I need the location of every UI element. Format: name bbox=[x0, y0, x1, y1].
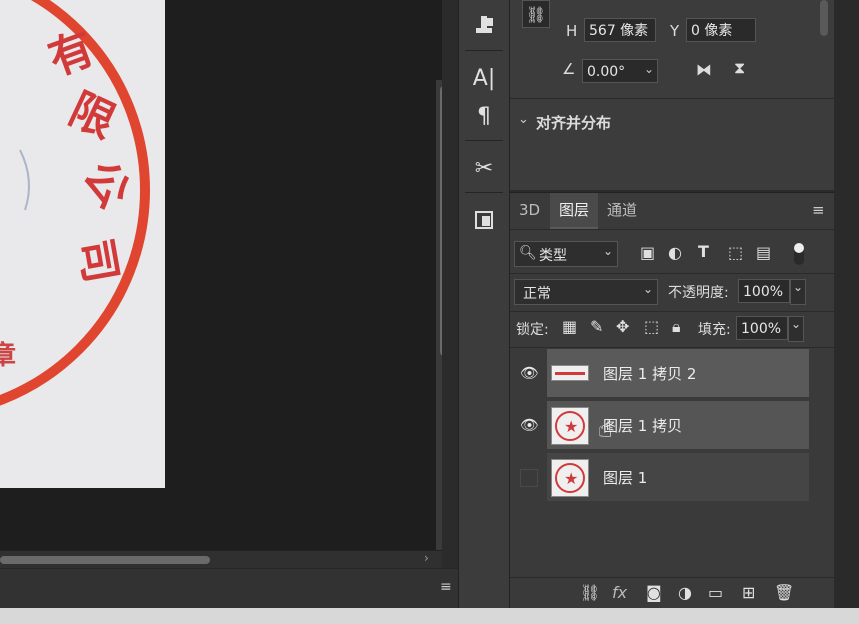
image-filter-icon[interactable]: ▣ bbox=[640, 243, 655, 262]
lock-pixels-icon[interactable]: ✎ bbox=[590, 317, 603, 336]
tab-3d[interactable]: 3D bbox=[510, 193, 549, 227]
menu-icon[interactable]: ≡ bbox=[440, 579, 452, 595]
layer-name[interactable]: 图层 1 拷贝 bbox=[603, 415, 682, 436]
screen-edge bbox=[834, 0, 859, 610]
horizontal-scroll-thumb[interactable] bbox=[0, 556, 210, 564]
layer-item-selected[interactable]: 图层 1 拷贝 2 bbox=[547, 349, 809, 397]
vertical-scrollbar[interactable] bbox=[436, 80, 442, 550]
lock-label: 锁定: bbox=[516, 319, 549, 339]
libraries-icon[interactable] bbox=[468, 204, 500, 236]
lock-position-icon[interactable]: ✥ bbox=[616, 317, 629, 336]
y-field[interactable]: 0 像素 bbox=[686, 18, 756, 42]
chevron-down-icon: ⌄ bbox=[643, 282, 653, 296]
lock-all-icon[interactable]: 🔒︎ bbox=[672, 317, 681, 337]
filter-type-select[interactable]: 🔍︎ 类型 ⌄ bbox=[514, 241, 618, 267]
horizontal-scrollbar[interactable]: › bbox=[0, 550, 442, 569]
flip-vertical-icon[interactable]: ⧗ bbox=[734, 58, 745, 78]
tools-icon[interactable]: ✂ bbox=[468, 152, 500, 184]
layer-thumbnail: ★ bbox=[551, 459, 589, 497]
flip-horizontal-icon[interactable]: ⧓ bbox=[696, 60, 712, 79]
stamp-char-5: 章 bbox=[0, 335, 16, 372]
mask-icon[interactable]: ◙ bbox=[646, 583, 662, 602]
panel-menu-icon[interactable]: ≡ bbox=[812, 201, 825, 219]
chevron-down-icon[interactable]: ⌄ bbox=[518, 112, 529, 127]
monitor-bezel bbox=[0, 608, 859, 624]
blend-mode-label: 正常 bbox=[523, 283, 551, 303]
blend-mode-select[interactable]: 正常 ⌄ bbox=[514, 279, 658, 305]
hand-cursor-icon: ☝ bbox=[598, 415, 613, 443]
document-canvas[interactable]: 有 限 公 司 章 bbox=[0, 0, 442, 550]
chevron-down-icon[interactable]: ⌄ bbox=[644, 62, 654, 76]
visibility-eye-icon[interactable]: 👁︎ bbox=[520, 416, 539, 434]
character-panel-icon[interactable]: A| bbox=[468, 62, 500, 94]
smart-object-filter-icon[interactable]: ▤ bbox=[756, 243, 771, 262]
vertical-scroll-thumb[interactable] bbox=[440, 86, 442, 356]
layer-name[interactable]: 图层 1 bbox=[603, 467, 647, 488]
status-bar: ≡ bbox=[0, 568, 460, 609]
h-label: H bbox=[566, 22, 577, 40]
layer-item[interactable]: ★ 图层 1 拷贝 bbox=[547, 401, 809, 449]
paragraph-panel-icon[interactable]: ¶ bbox=[468, 100, 500, 132]
link-proportions-icon[interactable]: ⛓ bbox=[522, 0, 550, 28]
opacity-label: 不透明度: bbox=[668, 282, 729, 302]
opacity-field[interactable]: 100% bbox=[738, 279, 790, 303]
align-section-title[interactable]: 对齐并分布 bbox=[536, 112, 611, 133]
adjustment-filter-icon[interactable]: ◐ bbox=[668, 243, 682, 262]
layer-row[interactable]: 👁︎ 图层 1 拷贝 2 bbox=[510, 349, 834, 399]
link-icon[interactable]: ⛓ bbox=[580, 583, 600, 602]
new-layer-icon[interactable]: ⊞ bbox=[742, 583, 755, 602]
fx-icon[interactable]: fx bbox=[612, 583, 627, 602]
stamp-tool-icon[interactable] bbox=[468, 8, 500, 40]
layers-panel: 3D 图层 通道 ≡ 🔍︎ 类型 ⌄ ▣ ◐ T ⬚ ▤ 正常 ⌄ 不透明度: … bbox=[510, 192, 834, 611]
filter-toggle[interactable] bbox=[794, 243, 804, 265]
layer-thumbnail bbox=[551, 365, 589, 381]
layer-item[interactable]: ★ 图层 1 bbox=[547, 453, 809, 501]
layer-name[interactable]: 图层 1 拷贝 2 bbox=[603, 363, 696, 384]
properties-scrollbar[interactable] bbox=[820, 0, 828, 36]
folder-icon[interactable]: ▭ bbox=[708, 583, 723, 602]
shape-filter-icon[interactable]: ⬚ bbox=[728, 243, 743, 262]
layer-thumbnail: ★ bbox=[551, 407, 589, 445]
type-filter-icon[interactable]: T bbox=[698, 242, 709, 261]
y-label: Y bbox=[670, 22, 679, 40]
fill-label: 填充: bbox=[698, 319, 731, 339]
svg-text:★: ★ bbox=[564, 417, 578, 436]
adjustment-icon[interactable]: ◑ bbox=[678, 583, 692, 602]
properties-panel: ⛓ H 567 像素 Y 0 像素 ∠ 0.00° ⌄ ⧓ ⧗ ⌄ 对齐并分布 bbox=[510, 0, 834, 190]
svg-text:★: ★ bbox=[564, 469, 578, 488]
height-field[interactable]: 567 像素 bbox=[584, 18, 656, 42]
lock-artboard-icon[interactable]: ⬚ bbox=[644, 317, 659, 336]
panel-icon-strip: A| ¶ ✂ bbox=[458, 0, 510, 610]
angle-icon: ∠ bbox=[562, 60, 575, 78]
tab-channels[interactable]: 通道 bbox=[598, 193, 646, 227]
document-page: 有 限 公 司 章 bbox=[0, 0, 165, 488]
fill-field[interactable]: 100% bbox=[736, 316, 788, 340]
search-icon: 🔍︎ bbox=[519, 245, 537, 261]
opacity-dropdown-chevron-icon[interactable]: ⌄ bbox=[790, 279, 806, 305]
fill-dropdown-chevron-icon[interactable]: ⌄ bbox=[788, 316, 804, 342]
layer-row[interactable]: ★ 图层 1 bbox=[510, 453, 834, 503]
visibility-empty-box[interactable] bbox=[520, 469, 538, 487]
layer-row[interactable]: 👁︎ ★ 图层 1 拷贝 ☝ bbox=[510, 401, 834, 451]
visibility-eye-icon[interactable]: 👁︎ bbox=[520, 364, 539, 382]
tab-layers[interactable]: 图层 bbox=[550, 193, 598, 229]
scroll-right-arrow-icon[interactable]: › bbox=[424, 551, 429, 565]
trash-icon[interactable]: 🗑︎ bbox=[774, 583, 794, 602]
lock-transparent-icon[interactable]: ▦ bbox=[562, 317, 577, 336]
filter-type-label: 类型 bbox=[539, 245, 567, 265]
chevron-down-icon: ⌄ bbox=[603, 244, 613, 258]
